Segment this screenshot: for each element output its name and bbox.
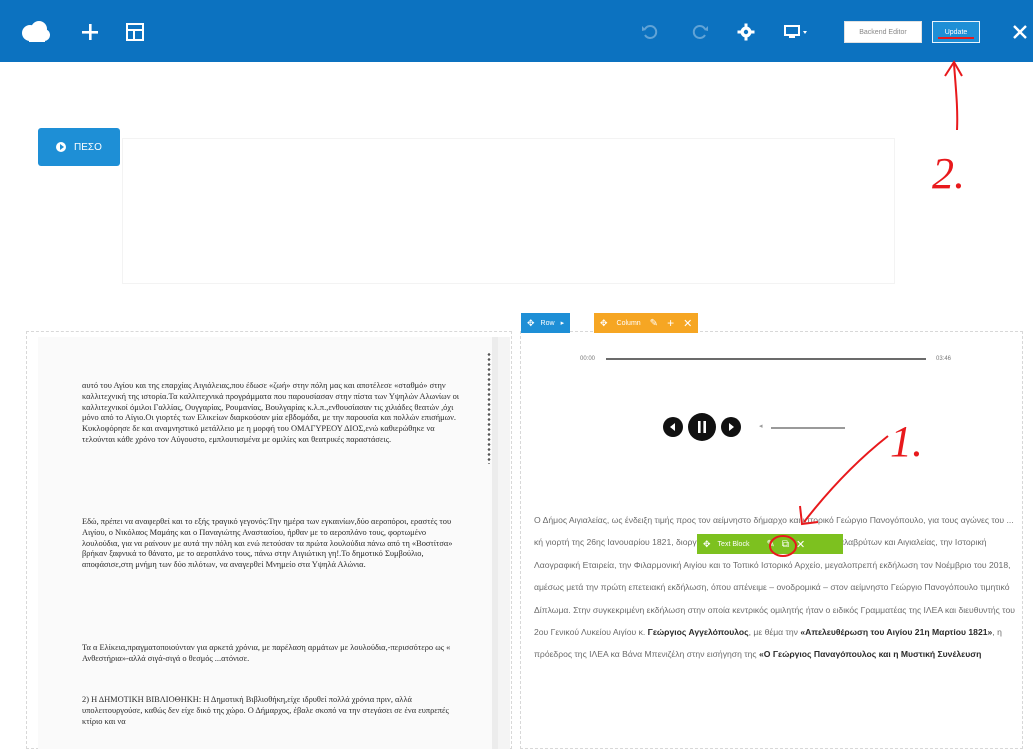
responsive-preview-icon[interactable] <box>782 22 812 42</box>
volume-icon[interactable]: ◂ <box>759 422 763 430</box>
skip-back-icon[interactable] <box>663 417 683 437</box>
scan-paragraph: αυτό του Αγίου και της επαρχίας Αιγιάλει… <box>82 381 460 444</box>
editor-toolbar: Backend Editor Update <box>0 0 1033 62</box>
page-button[interactable]: ΠΕΣΟ <box>38 128 120 166</box>
audio-player: 00:00 03:46 ◂ <box>566 345 970 459</box>
duration: 03:46 <box>936 356 952 362</box>
skip-forward-icon[interactable] <box>721 417 741 437</box>
text-block-label: Text Block <box>717 540 750 548</box>
backend-editor-label: Backend Editor <box>859 28 907 36</box>
row-controls[interactable]: ✥ Row ▸ <box>521 313 571 333</box>
add-icon[interactable]: + <box>667 316 674 330</box>
article-text-block[interactable]: Ο Δήμος Αιγιαλείας, ως ένδειξη τιμής προ… <box>534 509 1018 666</box>
caret-right-icon[interactable]: ▸ <box>561 319 565 327</box>
play-circle-icon <box>56 142 66 152</box>
scan-paragraph: Τα α Ελίκεια,πραγματοποιούνταν για αρκετ… <box>82 643 451 663</box>
row-label: Row <box>540 319 555 327</box>
scan-paragraph: Εδώ, πρέπει να αναφερθεί και το εξής τρα… <box>82 517 453 570</box>
scan-paragraph: 2) Η ΔΗΜΟΤΙΚΗ ΒΙΒΛΙΟΘΗΚΗ: Η Δημοτική Βιβ… <box>82 695 449 726</box>
scanned-document-image[interactable]: αυτό του Αγίου και της επαρχίας Αιγιάλει… <box>38 337 510 749</box>
move-arrows-icon[interactable]: ✥ <box>703 539 711 550</box>
update-label: Update <box>944 28 968 36</box>
page-button-label: ΠΕΣΟ <box>74 141 102 153</box>
empty-content-block[interactable] <box>122 138 895 284</box>
logo-cloud-icon[interactable] <box>20 18 52 46</box>
column-label: Column <box>616 319 641 327</box>
pause-button[interactable] <box>688 413 716 441</box>
volume-slider[interactable] <box>771 427 845 429</box>
drag-handle-dots-icon[interactable] <box>486 352 492 464</box>
backend-editor-button[interactable]: Backend Editor <box>844 21 922 43</box>
text-block-controls[interactable]: ✥ Text Block ✎ ⧉ ✕ <box>697 534 843 554</box>
delete-icon[interactable]: ✕ <box>796 538 805 551</box>
scanned-page: αυτό του Αγίου και της επαρχίας Αιγιάλει… <box>38 337 498 749</box>
undo-icon[interactable] <box>640 22 660 42</box>
delete-icon[interactable]: ✕ <box>683 317 692 330</box>
move-arrows-icon[interactable]: ✥ <box>527 318 535 329</box>
current-time: 00:00 <box>580 356 596 362</box>
clone-icon[interactable]: ⧉ <box>782 539 789 550</box>
redo-icon[interactable] <box>690 22 710 42</box>
close-icon[interactable] <box>1010 22 1030 42</box>
edit-pencil-icon[interactable]: ✎ <box>650 318 658 329</box>
add-icon[interactable] <box>78 20 102 44</box>
templates-icon[interactable] <box>124 21 146 43</box>
edit-pencil-icon[interactable]: ✎ <box>766 539 774 550</box>
settings-gear-icon[interactable] <box>736 22 756 42</box>
column-controls[interactable]: ✥ Column ✎ + ✕ <box>594 313 699 333</box>
update-button[interactable]: Update <box>932 21 980 43</box>
audio-progress-bar[interactable] <box>606 358 926 360</box>
move-arrows-icon[interactable]: ✥ <box>600 318 608 329</box>
